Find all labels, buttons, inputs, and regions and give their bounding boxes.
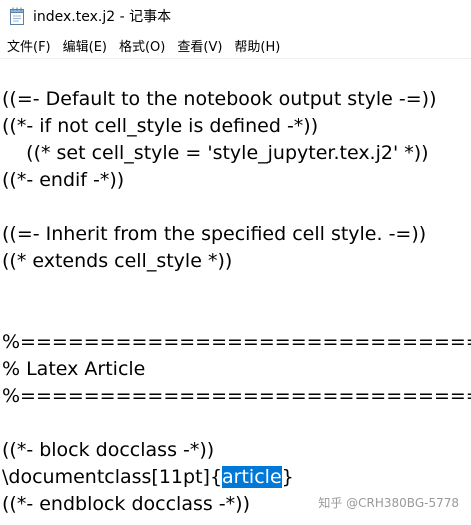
- notepad-icon: [9, 7, 25, 25]
- docclass-prefix: \documentclass[11pt]{: [2, 466, 223, 488]
- editor-line: ((*- endif -*)): [2, 169, 125, 191]
- menu-format[interactable]: 格式(O): [113, 36, 171, 55]
- editor-line: ((* set cell_style = 'style_jupyter.tex.…: [2, 142, 429, 164]
- editor-line: ((=- Default to the notebook output styl…: [2, 88, 437, 110]
- editor-line: ((=- Inherit from the specified cell sty…: [2, 223, 427, 245]
- notepad-window: index.tex.j2 - 记事本 文件(F) 编辑(E) 格式(O) 查看(…: [0, 0, 471, 525]
- editor-line: ((*- block docclass -*)): [2, 439, 215, 461]
- text-editor[interactable]: ((=- Default to the notebook output styl…: [0, 59, 471, 525]
- window-title: index.tex.j2 - 记事本: [33, 9, 172, 25]
- editor-line: %=======================================…: [2, 385, 471, 407]
- watermark: 知乎 @CRH380BG-5778: [318, 496, 459, 510]
- title-bar[interactable]: index.tex.j2 - 记事本: [0, 0, 471, 32]
- menu-file[interactable]: 文件(F): [0, 36, 57, 55]
- editor-line-docclass: \documentclass[11pt]{article}: [2, 464, 294, 491]
- editor-line: ((*- endblock docclass -*)): [2, 493, 250, 515]
- editor-line: ((* extends cell_style *)): [2, 250, 233, 272]
- docclass-suffix: }: [281, 466, 294, 488]
- menu-view[interactable]: 查看(V): [171, 36, 228, 55]
- menu-edit[interactable]: 编辑(E): [57, 36, 113, 55]
- selected-text[interactable]: article: [222, 466, 282, 488]
- editor-line: % Latex Article: [2, 358, 146, 380]
- menu-bar: 文件(F) 编辑(E) 格式(O) 查看(V) 帮助(H): [0, 33, 471, 57]
- menu-help[interactable]: 帮助(H): [228, 36, 286, 55]
- editor-line: ((*- if not cell_style is defined -*)): [2, 115, 319, 137]
- editor-line: %=======================================…: [2, 331, 471, 353]
